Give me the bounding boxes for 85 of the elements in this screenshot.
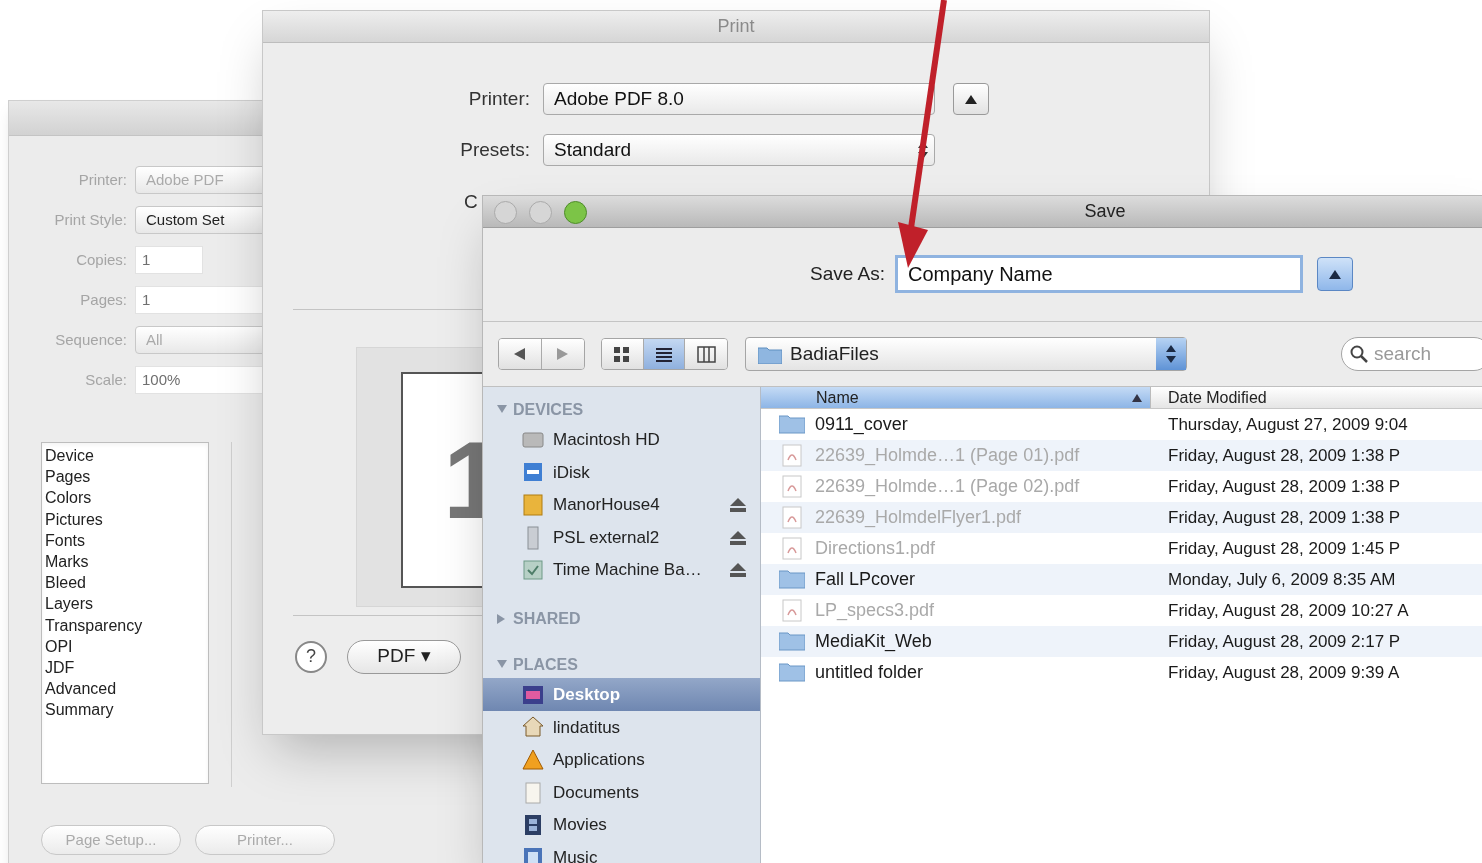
sidebar-item[interactable]: Time Machine Ba…: [483, 553, 760, 587]
sidebar-item[interactable]: lindatitus: [483, 711, 760, 744]
pdf-menu-button[interactable]: PDF ▾: [347, 639, 461, 674]
drive-icon: [521, 492, 545, 517]
house-icon: [521, 715, 545, 740]
field-label: Printer:: [77, 169, 128, 190]
printer-popup[interactable]: Adobe PDF 8.0: [543, 83, 935, 115]
eject-icon[interactable]: [730, 497, 746, 512]
save-as-label: Save As:: [810, 262, 885, 287]
folder-icon: [779, 413, 805, 437]
column-header[interactable]: Name: [761, 387, 1151, 409]
category-item[interactable]: JDF: [45, 657, 75, 679]
file-row[interactable]: Fall LPcover Monday, July 6, 2009 8:35 AM: [761, 564, 1482, 596]
view-mode-button[interactable]: [643, 339, 686, 370]
up-triangle-icon: [965, 94, 977, 104]
sidebar-item[interactable]: Movies: [483, 808, 760, 842]
pdf-file-icon: [779, 599, 805, 623]
grid-icon: [613, 345, 632, 363]
expand-button[interactable]: [1317, 257, 1353, 292]
sort-arrow-icon: [1132, 393, 1142, 402]
columns-icon: [696, 345, 716, 363]
printer-label: Printer:: [467, 86, 531, 111]
popup-value: Standard: [554, 137, 632, 162]
music-icon: [521, 845, 545, 863]
eject-icon[interactable]: [730, 563, 746, 578]
category-item[interactable]: Fonts: [45, 529, 85, 551]
category-item[interactable]: Transparency: [45, 614, 143, 636]
save-as-field[interactable]: Company Name: [895, 255, 1303, 294]
field-label: Scale:: [84, 369, 128, 390]
help-button[interactable]: ?: [295, 640, 327, 673]
field-label: Print Style:: [53, 209, 128, 230]
category-item[interactable]: Marks: [45, 551, 89, 573]
category-item[interactable]: Pages: [45, 466, 91, 488]
category-item[interactable]: Pictures: [45, 508, 103, 530]
list-icon: [654, 345, 674, 363]
category-item[interactable]: Device: [45, 445, 94, 467]
category-item[interactable]: Advanced: [45, 678, 117, 700]
field-label: Copies:: [75, 249, 128, 270]
category-item[interactable]: Bleed: [45, 572, 86, 594]
apps-icon: [521, 747, 545, 772]
field-label: Sequence:: [54, 329, 128, 350]
sidebar-item[interactable]: Macintosh HD: [483, 423, 760, 457]
stepper-icon: [1156, 338, 1186, 371]
view-mode-button[interactable]: [602, 339, 644, 370]
sidebar-item[interactable]: PSL external2: [483, 521, 760, 554]
sidebar-item[interactable]: Music: [483, 841, 760, 863]
sidebar-item[interactable]: ManorHouse4: [483, 488, 760, 522]
folder-icon: [779, 661, 805, 685]
partial-label: C: [464, 191, 478, 212]
sidebar-item[interactable]: iDisk: [483, 456, 760, 489]
right-triangle-icon: [557, 348, 569, 361]
location-popup[interactable]: BadiaFiles: [745, 337, 1187, 372]
category-item[interactable]: Layers: [45, 593, 94, 615]
section-title: SHARED: [513, 609, 581, 630]
pdf-file-icon: [779, 506, 805, 530]
pdf-file-icon: [779, 444, 805, 468]
field-label: Pages:: [79, 289, 128, 310]
sidebar-item[interactable]: Applications: [483, 743, 760, 777]
pdf-file-icon: [779, 537, 805, 561]
category-item[interactable]: Summary: [45, 699, 114, 721]
window-title: Print: [717, 15, 755, 38]
window-title: Save: [1084, 199, 1126, 223]
disclosure-button[interactable]: [953, 83, 989, 115]
presets-label: Presets:: [459, 137, 531, 162]
folder-icon: [779, 568, 805, 592]
input-field[interactable]: 1: [135, 246, 203, 274]
section-title: PLACES: [513, 655, 578, 676]
category-item[interactable]: OPI: [45, 635, 73, 658]
column-header[interactable]: Date Modified: [1151, 387, 1482, 409]
folder-icon: [758, 344, 783, 364]
presets-popup[interactable]: Standard: [543, 134, 935, 166]
search-icon: [1350, 345, 1368, 364]
section-title: DEVICES: [513, 400, 584, 421]
left-triangle-icon: [514, 348, 526, 361]
file-row[interactable]: MediaKit_Web Friday, August 28, 2009 2:17 P: [761, 626, 1482, 658]
eject-icon[interactable]: [730, 530, 746, 545]
pdf-file-icon: [779, 475, 805, 499]
folder-name: BadiaFiles: [790, 341, 879, 366]
search-field[interactable]: search: [1341, 337, 1482, 372]
backup-drive-icon: [521, 558, 545, 583]
back-button[interactable]: [499, 339, 542, 370]
sidebar-item[interactable]: Documents: [483, 776, 760, 809]
up-triangle-icon: [1329, 269, 1341, 279]
folder-icon: [779, 630, 805, 654]
category-item[interactable]: Colors: [45, 487, 92, 509]
